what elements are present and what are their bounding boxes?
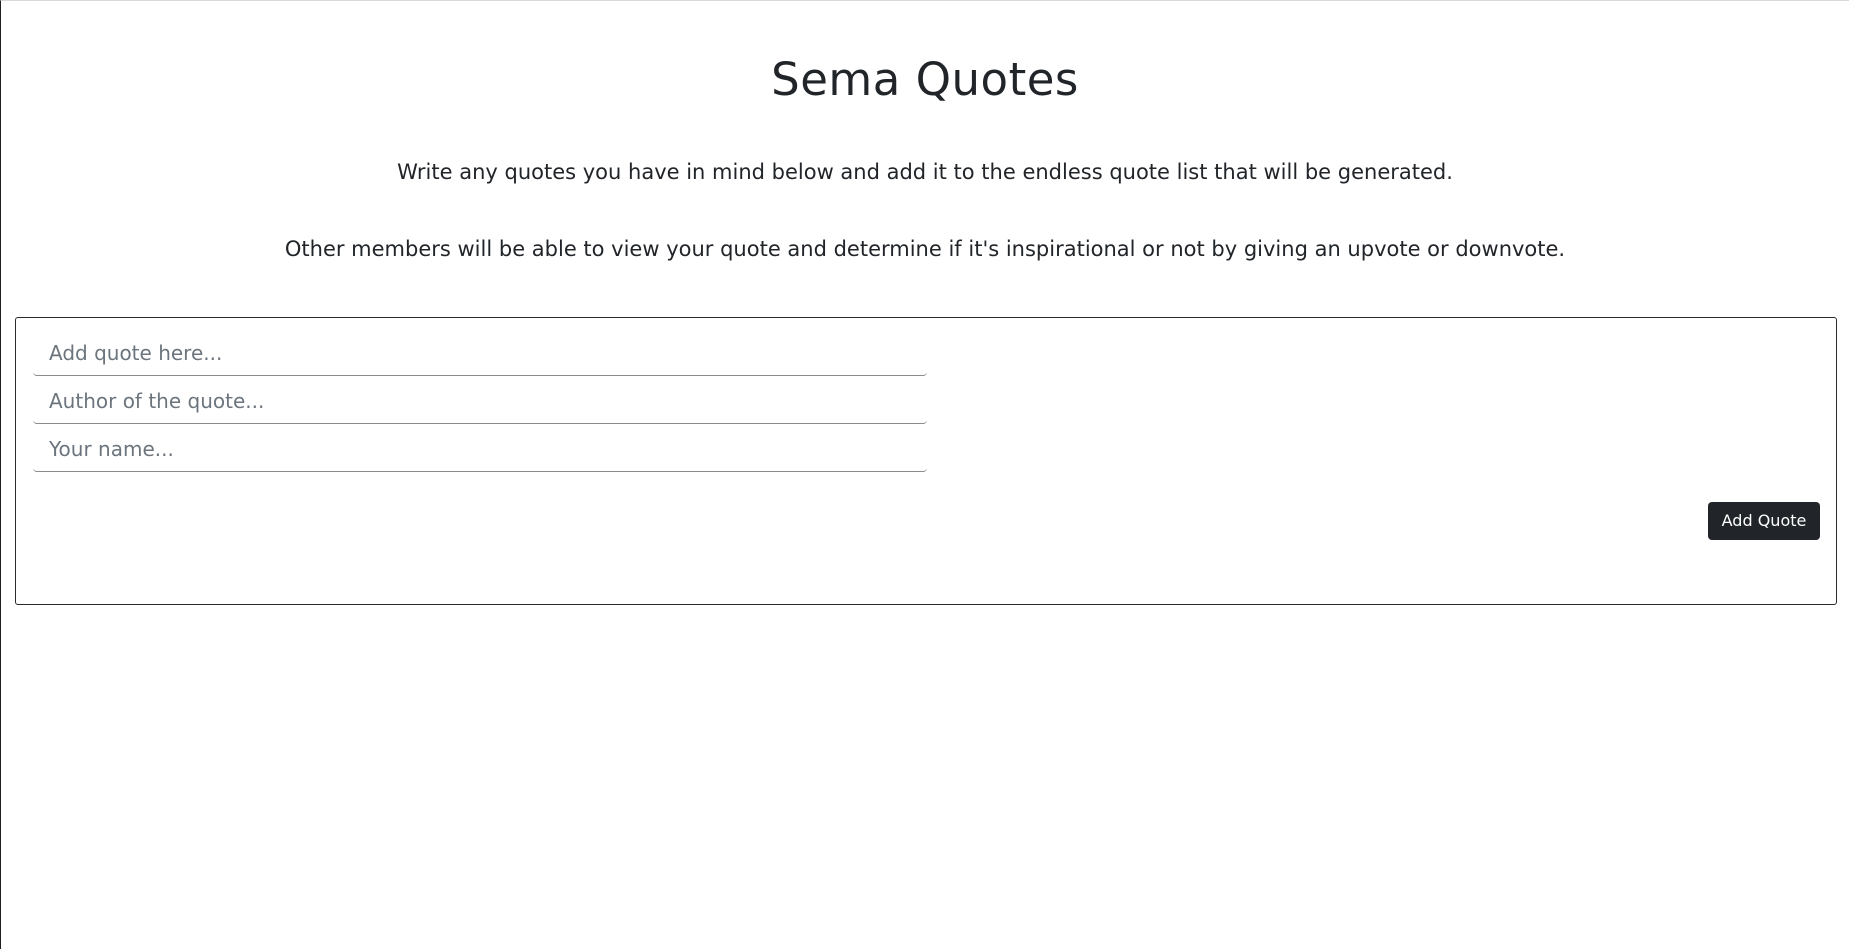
name-input[interactable]	[33, 426, 927, 472]
add-quote-button[interactable]: Add Quote	[1708, 502, 1820, 540]
quote-input[interactable]	[33, 330, 927, 376]
page-title: Sema Quotes	[771, 53, 1079, 106]
page: Sema Quotes Write any quotes you have in…	[0, 0, 1849, 949]
intro-description: Write any quotes you have in mind below …	[397, 160, 1453, 184]
add-quote-form: Add Quote	[15, 317, 1837, 605]
author-input[interactable]	[33, 378, 927, 424]
voting-description: Other members will be able to view your …	[284, 237, 1566, 261]
